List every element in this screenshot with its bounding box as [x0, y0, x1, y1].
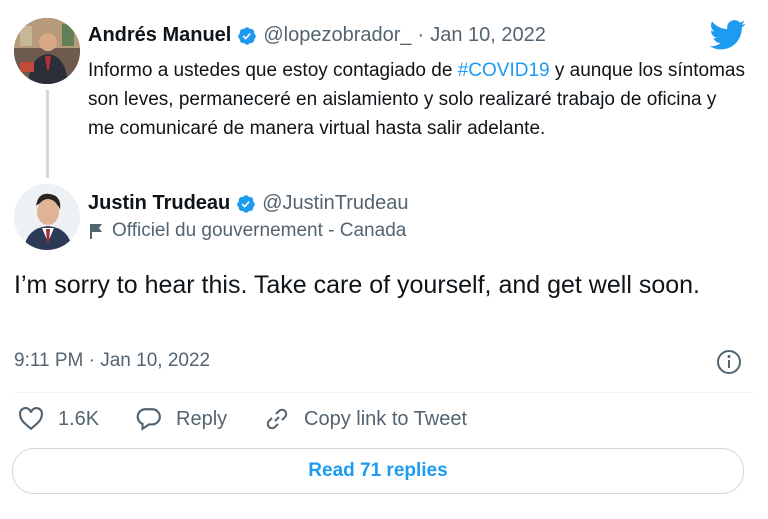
avatar-image: [14, 18, 80, 84]
quoted-text-part-1: Informo a ustedes que estoy contagiado d…: [88, 60, 458, 81]
separator: ·: [417, 24, 425, 46]
divider: [14, 392, 754, 393]
read-replies-button[interactable]: Read 71 replies: [12, 448, 744, 494]
reply-icon: [136, 408, 161, 431]
main-tweet-text: I’m sorry to hear this. Take care of you…: [14, 271, 700, 299]
read-replies-label: Read 71 replies: [308, 460, 448, 481]
copy-link-button[interactable]: Copy link to Tweet: [264, 407, 467, 431]
copy-link-label: Copy link to Tweet: [304, 407, 468, 430]
author-name[interactable]: Andrés Manuel: [88, 24, 231, 47]
link-icon: [266, 408, 288, 430]
tweet-timestamp[interactable]: 9:11 PM · Jan 10, 2022: [14, 350, 210, 372]
heart-icon: [19, 407, 43, 431]
trudeau-avatar[interactable]: [14, 184, 80, 250]
thread-connector-line: [46, 90, 49, 178]
quoted-tweet-header: Andrés Manuel @lopezobrador_ · Jan 10, 2…: [88, 24, 546, 47]
tweet-date[interactable]: Jan 10, 2022: [430, 24, 546, 47]
government-label-text: Officiel du gouvernement - Canada: [112, 220, 407, 241]
verified-icon: [238, 26, 257, 45]
author-name[interactable]: Justin Trudeau: [88, 192, 230, 215]
hashtag-link[interactable]: #COVID19: [458, 60, 550, 81]
like-count: 1.6K: [58, 407, 100, 430]
quoted-tweet-text: Informo a ustedes que estoy contagiado d…: [88, 56, 748, 143]
flag-icon: [90, 224, 102, 239]
like-button[interactable]: 1.6K: [18, 407, 99, 431]
lopezobrador-avatar[interactable]: [14, 18, 80, 84]
main-tweet-header: Justin Trudeau @JustinTrudeau: [88, 192, 409, 215]
reply-button[interactable]: Reply: [136, 407, 227, 431]
government-label: Officiel du gouvernement - Canada: [88, 220, 406, 242]
verified-icon: [237, 194, 255, 213]
author-handle[interactable]: @lopezobrador_: [263, 24, 411, 47]
info-icon[interactable]: [716, 349, 742, 375]
author-handle[interactable]: @JustinTrudeau: [262, 192, 408, 215]
reply-label: Reply: [176, 407, 228, 430]
avatar-image: [14, 184, 80, 250]
twitter-bird-icon[interactable]: [710, 20, 746, 50]
